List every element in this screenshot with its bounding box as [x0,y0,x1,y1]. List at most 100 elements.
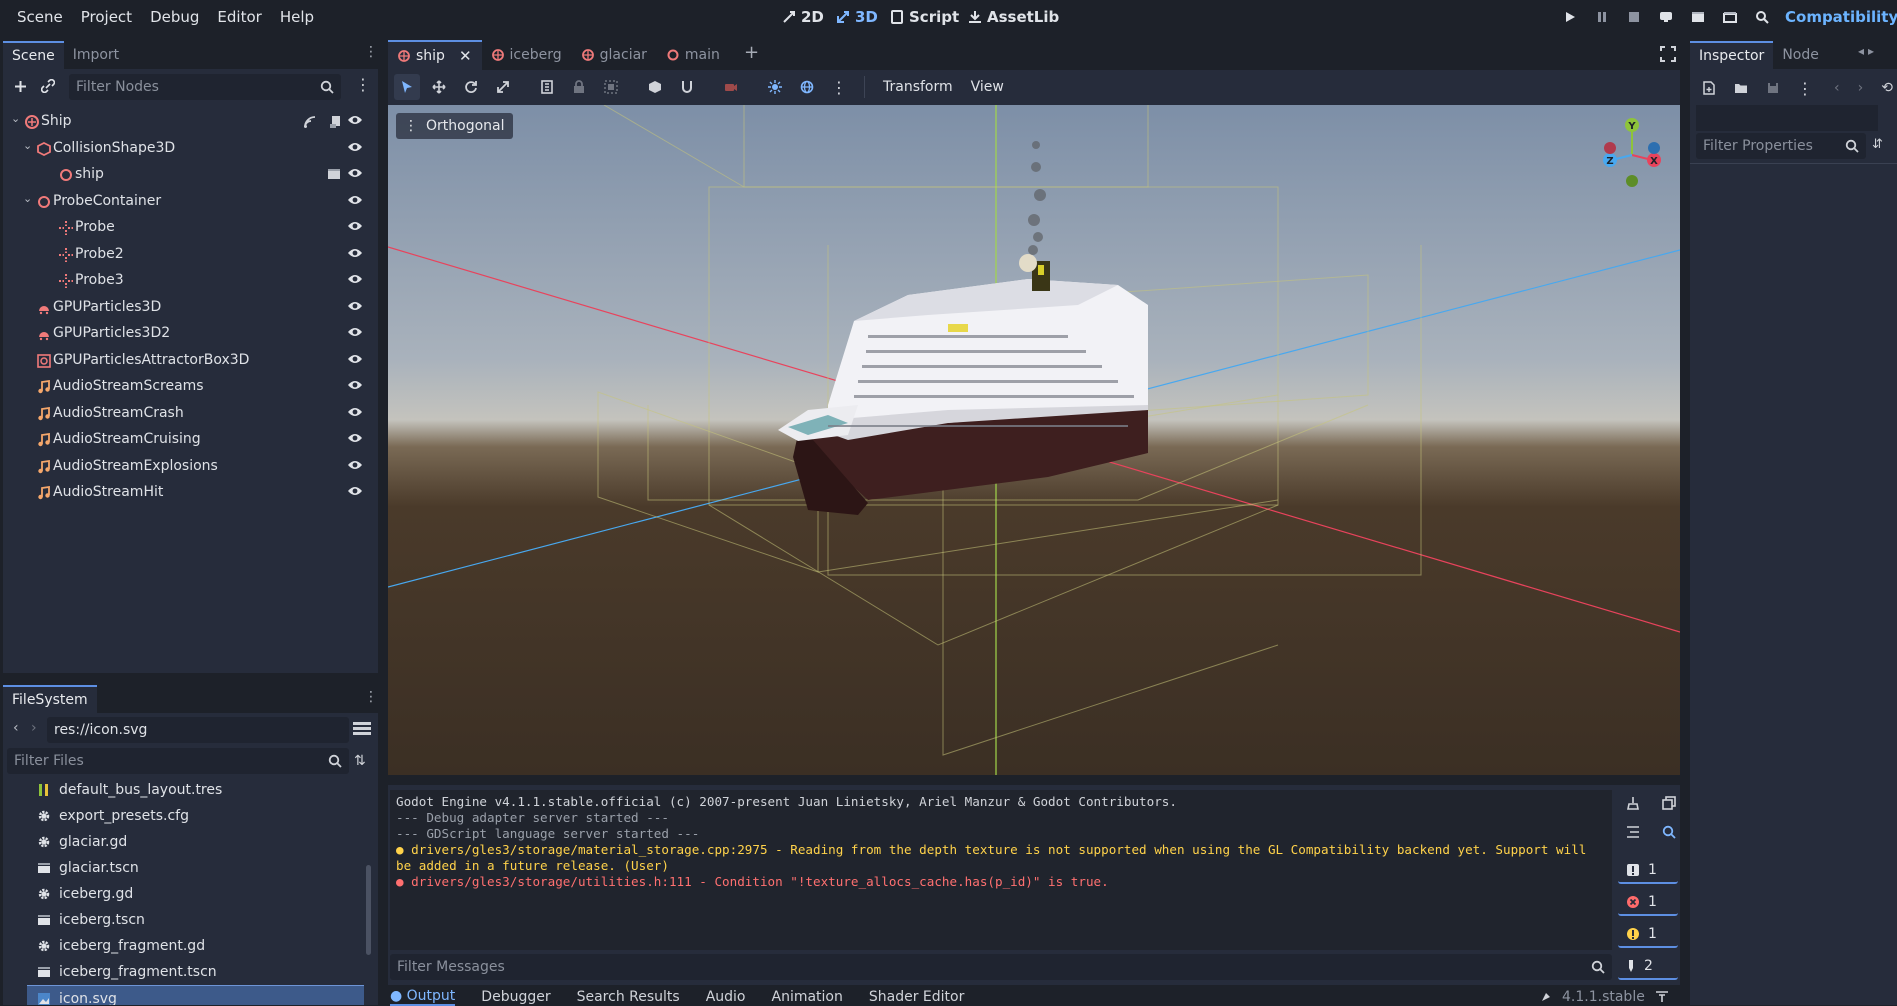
file-list-item[interactable]: default_bus_layout.tres [27,777,364,803]
scene-tree-item[interactable]: AudioStreamScreams [3,374,375,400]
tab-node[interactable]: Node [1773,41,1828,69]
stop-button[interactable] [1618,0,1650,34]
tab-scene[interactable]: Scene [3,41,64,69]
visibility-eye-icon[interactable] [347,432,363,444]
file-list-item[interactable]: icon.svg [27,985,364,1005]
scene-tree-item[interactable]: ship [3,162,375,188]
history-forward-icon[interactable]: › [1858,80,1864,96]
close-icon[interactable]: ✕ [459,47,472,65]
expand-arrow-icon[interactable]: ⌄ [11,112,20,125]
visibility-eye-icon[interactable] [347,220,363,232]
scene-tree-item[interactable]: AudioStreamHit [3,480,375,506]
scene-tab[interactable]: main [657,40,730,70]
visibility-eye-icon[interactable] [347,379,363,391]
renderer-selector[interactable]: Compatibility ⌄ [1785,0,1897,34]
scene-tree-item[interactable]: AudioStreamCruising [3,427,375,453]
menu-project[interactable]: Project [72,8,141,26]
add-scene-tab-button[interactable]: + [744,42,759,63]
pause-button[interactable] [1586,0,1618,34]
scene-dock-menu-icon[interactable]: ⋮ [364,44,378,60]
scene-tree-item[interactable]: GPUParticles3D [3,295,375,321]
scene-tree-item[interactable]: AudioStreamExplosions [3,454,375,480]
file-list-item[interactable]: glaciar.gd [27,829,364,855]
distraction-free-icon[interactable] [1660,46,1676,62]
move-tool-button[interactable] [426,74,452,100]
open-in-editor-icon[interactable] [327,168,341,180]
transform-menu[interactable]: Transform [877,79,959,95]
scale-tool-button[interactable] [490,74,516,100]
lock-button[interactable] [566,74,592,100]
scene-tree-item[interactable]: Probe2 [3,242,375,268]
bottom-tab-debugger[interactable]: Debugger [481,989,550,1005]
history-icon[interactable]: ⟲ [1881,80,1893,96]
scene-options-icon[interactable]: ⋮ [355,75,371,94]
visibility-eye-icon[interactable] [347,194,363,206]
visibility-eye-icon[interactable] [347,247,363,259]
scene-tab[interactable]: glaciar [572,40,657,70]
scene-tree-item[interactable]: ⌄ Ship [3,109,375,135]
filter-files-input[interactable]: Filter Files [7,748,349,774]
scene-tab[interactable]: iceberg [482,40,572,70]
filesystem-dock-menu-icon[interactable]: ⋮ [364,689,378,705]
visibility-eye-icon[interactable] [347,300,363,312]
ruler-tool-button[interactable] [534,74,560,100]
filter-messages-input[interactable]: Filter Messages [390,954,1612,980]
scene-tree-item[interactable]: Probe3 [3,268,375,294]
dock-left-icon[interactable]: ◂ [1858,44,1864,58]
view-menu[interactable]: View [965,79,1010,95]
expand-arrow-icon[interactable]: ⌄ [23,192,32,205]
search-output-button[interactable] [1656,819,1682,845]
visibility-eye-icon[interactable] [347,459,363,471]
3d-viewport[interactable]: Y X Z ⋮ Orthogonal [388,105,1680,775]
dock-right-icon[interactable]: ▸ [1868,44,1874,58]
scene-tree-item[interactable]: GPUParticles3D2 [3,321,375,347]
bottom-tab-output[interactable]: ● Output [390,988,456,1006]
save-resource-button[interactable] [1760,75,1786,101]
instance-scene-button[interactable] [35,73,61,99]
object-path-field[interactable] [1696,105,1878,131]
scene-tree-item[interactable]: AudioStreamCrash [3,401,375,427]
file-list-scrollbar[interactable] [366,865,371,955]
scene-tab[interactable]: ship ✕ [388,40,482,70]
tab-inspector[interactable]: Inspector [1690,41,1774,69]
menu-scene[interactable]: Scene [8,8,72,26]
play-custom-scene-button[interactable] [1714,0,1746,34]
file-list-item[interactable]: iceberg_fragment.gd [27,933,364,959]
group-button[interactable] [598,74,624,100]
scene-tree-item[interactable]: Probe [3,215,375,241]
workspace-2d-button[interactable]: 2D [782,0,824,34]
clear-output-button[interactable] [1620,790,1646,816]
bottom-tab-audio[interactable]: Audio [706,989,746,1005]
back-icon[interactable]: ‹ [13,720,19,736]
history-back-icon[interactable]: ‹ [1834,80,1840,96]
file-list-item[interactable]: iceberg.gd [27,881,364,907]
preview-environment-button[interactable] [794,74,820,100]
bottom-tab-animation[interactable]: Animation [772,989,843,1005]
collapse-output-button[interactable] [1620,819,1646,845]
preview-options-icon[interactable]: ⋮ [826,74,852,100]
scene-tree-item[interactable]: ⌄ ProbeContainer [3,189,375,215]
visibility-eye-icon[interactable] [347,326,363,338]
filter-nodes-input[interactable]: Filter Nodes [69,74,341,100]
sort-icon[interactable]: ⇅ [354,753,366,769]
load-resource-button[interactable] [1728,75,1754,101]
toggle-warnings-button[interactable]: 1 [1618,922,1678,948]
visibility-eye-icon[interactable] [347,485,363,497]
toggle-messages-button[interactable]: 1 [1618,858,1678,884]
preview-sun-button[interactable] [762,74,788,100]
visibility-eye-icon[interactable] [347,353,363,365]
file-list-item[interactable]: export_presets.cfg [27,803,364,829]
workspace-script-button[interactable]: Script [890,0,959,34]
signals-icon[interactable] [303,115,317,129]
snap-button[interactable] [674,74,700,100]
add-node-button[interactable] [7,73,33,99]
panel-expand-icon[interactable] [1655,990,1669,1003]
expand-arrow-icon[interactable]: ⌄ [23,139,32,152]
menu-editor[interactable]: Editor [208,8,270,26]
new-resource-button[interactable] [1696,75,1722,101]
workspace-3d-button[interactable]: 3D [836,0,878,34]
file-list-item[interactable]: glaciar.tscn [27,855,364,881]
property-options-icon[interactable]: ⇵ [1872,137,1883,152]
menu-debug[interactable]: Debug [141,8,208,26]
file-list-item[interactable]: iceberg_fragment.tscn [27,959,364,985]
